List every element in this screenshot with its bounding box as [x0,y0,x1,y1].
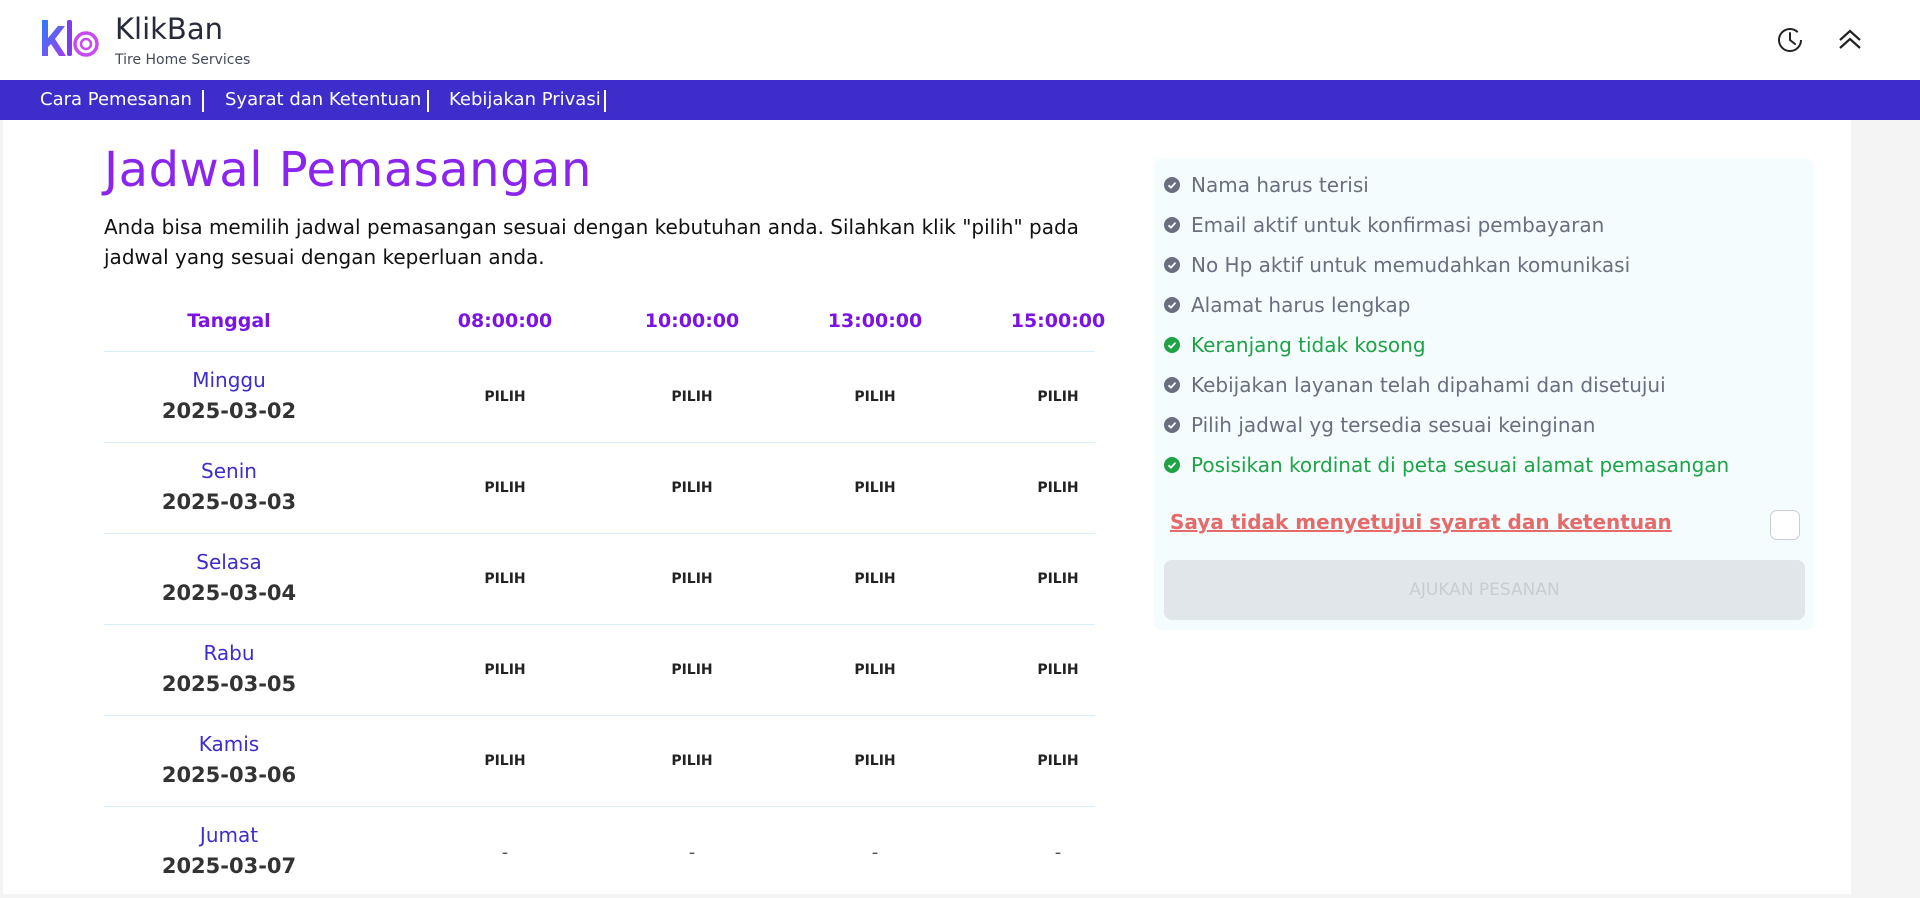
pilih-button[interactable]: PILIH [642,625,742,716]
top-nav: Cara Pemesanan Syarat dan Ketentuan Kebi… [0,80,1920,120]
day-date: 2025-03-02 [161,399,297,423]
pilih-button[interactable]: PILIH [1008,352,1108,443]
check-circle-icon [1164,297,1180,313]
pilih-button[interactable]: PILIH [455,534,555,625]
submit-order-button[interactable]: AJUKAN PESANAN [1164,560,1805,620]
checklist-text: Kebijakan layanan telah dipahami dan dis… [1191,373,1666,397]
nav-syarat-ketentuan[interactable]: Syarat dan Ketentuan [225,80,421,120]
col-header-tanggal: Tanggal [187,310,271,332]
terms-disagree-link[interactable]: Saya tidak menyetujui syarat dan ketentu… [1170,510,1672,534]
pilih-button[interactable]: PILIH [825,534,925,625]
pilih-button[interactable]: PILIH [455,443,555,534]
history-clock-icon[interactable] [1776,26,1804,54]
checklist-text: Alamat harus lengkap [1191,293,1411,317]
day-date: 2025-03-07 [161,854,297,878]
nav-cara-pemesanan[interactable]: Cara Pemesanan [40,80,192,120]
pilih-button[interactable]: PILIH [1008,716,1108,807]
day-date: 2025-03-03 [161,490,297,514]
checklist-text: Nama harus terisi [1191,173,1369,197]
nav-separator [427,90,429,112]
day-name: Senin [201,459,257,483]
checklist-text: Email aktif untuk konfirmasi pembayaran [1191,213,1605,237]
col-header-time: 08:00:00 [457,310,553,332]
nav-kebijakan-privasi[interactable]: Kebijakan Privasi [449,80,601,120]
pilih-button[interactable]: PILIH [455,625,555,716]
day-name: Kamis [198,732,260,756]
checklist-text: No Hp aktif untuk memudahkan komunikasi [1191,253,1631,277]
brand-name: KlikBan [115,12,223,46]
nav-separator [202,90,204,112]
day-name: Rabu [203,641,255,665]
day-name: Minggu [192,368,266,392]
col-header-time: 13:00:00 [827,310,923,332]
slot-unavailable: - [688,842,696,863]
pilih-button[interactable]: PILIH [642,716,742,807]
table-row: Jumat 2025-03-07 - - - - [104,806,1095,898]
table-row: Kamis 2025-03-06 PILIH PILIH PILIH PILIH [104,715,1095,807]
brand-tagline: Tire Home Services [115,52,251,68]
checklist-text: Keranjang tidak kosong [1191,333,1426,357]
pilih-button[interactable]: PILIH [825,716,925,807]
table-row: Rabu 2025-03-05 PILIH PILIH PILIH PILIH [104,624,1095,716]
check-circle-icon [1164,417,1180,433]
check-circle-icon [1164,217,1180,233]
pilih-button[interactable]: PILIH [1008,443,1108,534]
pilih-button[interactable]: PILIH [825,352,925,443]
slot-unavailable: - [1054,842,1062,863]
app-header: KlikBan Tire Home Services [0,0,1920,80]
col-header-time: 10:00:00 [644,310,740,332]
terms-agree-toggle[interactable] [1770,510,1800,540]
page-title: Jadwal Pemasangan [104,142,592,198]
day-date: 2025-03-05 [161,672,297,696]
day-date: 2025-03-06 [161,763,297,787]
slot-unavailable: - [871,842,879,863]
check-circle-icon [1164,177,1180,193]
pilih-button[interactable]: PILIH [455,716,555,807]
check-circle-icon [1164,377,1180,393]
klikban-logo[interactable] [38,16,102,66]
slot-unavailable: - [501,842,509,863]
pilih-button[interactable]: PILIH [825,443,925,534]
checklist-text: Posisikan kordinat di peta sesuai alamat… [1191,453,1730,477]
chevron-up-icon[interactable] [1836,26,1864,54]
check-circle-icon [1164,257,1180,273]
check-circle-icon [1164,337,1180,353]
day-name: Jumat [199,823,259,847]
pilih-button[interactable]: PILIH [1008,534,1108,625]
checklist-text: Pilih jadwal yg tersedia sesuai keingina… [1191,413,1596,437]
check-circle-icon [1164,457,1180,473]
nav-separator [604,90,606,112]
pilih-button[interactable]: PILIH [455,352,555,443]
col-header-time: 15:00:00 [1010,310,1106,332]
day-date: 2025-03-04 [161,581,297,605]
table-row: Minggu 2025-03-02 PILIH PILIH PILIH PILI… [104,351,1095,443]
pilih-button[interactable]: PILIH [642,534,742,625]
table-row: Selasa 2025-03-04 PILIH PILIH PILIH PILI… [104,533,1095,625]
pilih-button[interactable]: PILIH [1008,625,1108,716]
pilih-button[interactable]: PILIH [825,625,925,716]
day-name: Selasa [196,550,262,574]
pilih-button[interactable]: PILIH [642,352,742,443]
schedule-intro: Anda bisa memilih jadwal pemasangan sesu… [104,215,1079,269]
table-row: Senin 2025-03-03 PILIH PILIH PILIH PILIH [104,442,1095,534]
pilih-button[interactable]: PILIH [642,443,742,534]
